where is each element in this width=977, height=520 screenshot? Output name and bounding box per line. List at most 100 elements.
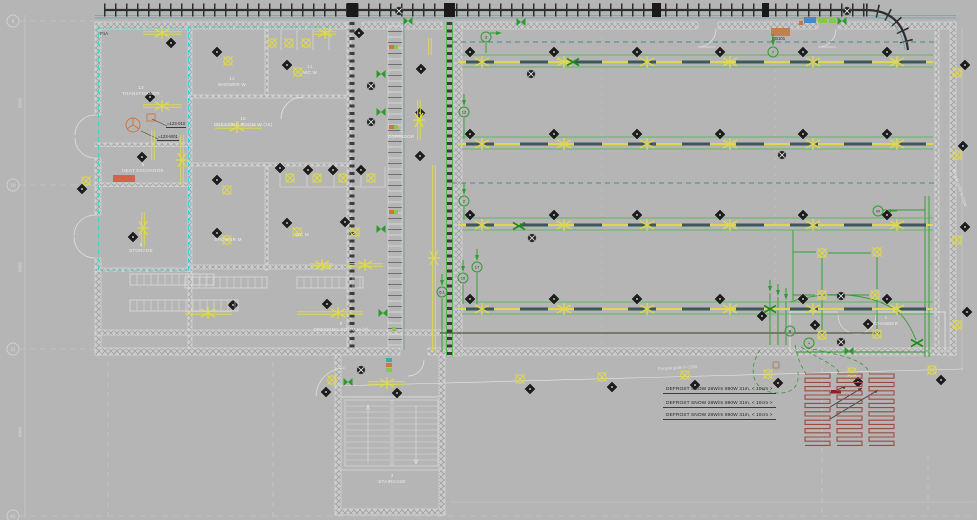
linear-fixture-lamp-icon [176, 153, 188, 167]
fixture-tag-icon [464, 293, 475, 304]
ceiling-lamp-icon [515, 374, 524, 383]
defrost-label-3: DEFROST SNOW 28W/m 890W 31m, < 10cm > [663, 413, 776, 420]
room-label-dressing-m: 6DRESSING ROOM M (4) [313, 321, 368, 332]
fixture-tag-icon [165, 37, 176, 48]
linear-fixture-lamp-icon [331, 307, 345, 319]
bench [185, 277, 267, 288]
fixture-tag-icon [797, 46, 808, 57]
wall-fan-icon [528, 234, 536, 242]
fixture-tag-icon [959, 221, 970, 232]
linear-fixture-lamp-icon [137, 221, 149, 235]
fixture-tag-icon [414, 150, 425, 161]
defrost-label-2: DEFROST SNOW 28W/m 890W 31m, < 10cm > [663, 401, 776, 408]
defrost-heating-mat [869, 374, 894, 445]
wall-fan-icon [778, 151, 786, 159]
bench [130, 300, 238, 311]
grid-bubble-10: 10 [7, 179, 20, 192]
fixture-tag-icon [211, 46, 222, 57]
room-label-staircase: 3STAIRCASE [378, 473, 406, 484]
room-label-shower-w: 12SHOWER W [218, 76, 246, 87]
fixture-tag-icon [548, 128, 559, 139]
ceiling-lamp-icon [680, 370, 689, 379]
linear-fixture [297, 312, 363, 315]
fixture-tag-icon [606, 381, 617, 392]
fixture-tag-icon [714, 293, 725, 304]
fixture-tag-icon [464, 46, 475, 57]
equipment-ref-1: =123-010 [166, 121, 186, 128]
grid-bubble-9: 9 [7, 15, 20, 28]
wall-fan-icon [395, 7, 403, 15]
ceiling-lamp-icon [285, 173, 294, 182]
switched-lamp-icon [911, 340, 923, 347]
fixture-tag-icon [548, 293, 559, 304]
feeder-tag: 3 [481, 32, 492, 43]
exit-sign-icon [379, 309, 388, 317]
fixture-tag-icon [631, 128, 642, 139]
ceiling-lamp-icon [817, 248, 826, 257]
ceiling-lamp-icon [267, 38, 276, 47]
fixture-tag-icon [548, 209, 559, 220]
floor-plan-canvas: 9 10 11 12 8500 6000 6000 13TRANSFORMER … [0, 0, 977, 520]
fixture-tag-icon [631, 209, 642, 220]
room-label-corridor: 4CORRIDOR [388, 128, 415, 139]
wall-fan-icon [843, 7, 851, 15]
fixture-tag-icon [862, 318, 873, 329]
room-label-storage: 8STORAGE [129, 242, 153, 253]
linear-fixture-lamp-icon [155, 100, 169, 112]
fixture-tag-icon [881, 46, 892, 57]
fixture-tag-icon [281, 59, 292, 70]
linear-fixture [429, 38, 432, 55]
feeder-tag: 10 [458, 273, 469, 284]
equipment-markers [113, 17, 836, 372]
fixture-tag-icon [631, 46, 642, 57]
fixture-tag-icon [809, 319, 820, 330]
feeder-tag: 6.1 [437, 287, 448, 298]
generated-symbols [76, 7, 972, 445]
wall-fan-icon [837, 292, 845, 300]
feeder-tag: + [804, 338, 815, 349]
grid-bubble-11: 11 [7, 343, 20, 356]
feeder-tag: 2 [459, 196, 470, 207]
room-label-shower-m: SHOWER M [214, 237, 241, 243]
room-label-wc-w: 11WC W [303, 64, 317, 75]
fixture-tag-icon [797, 209, 808, 220]
feeder-tag: 7 [768, 47, 779, 58]
corridor-ramp [388, 24, 404, 350]
ceiling-lamp-icon [366, 173, 375, 182]
linear-fixture-lamp-icon [428, 251, 440, 265]
feeder-tag: M [873, 206, 884, 217]
bench [297, 277, 363, 288]
linear-fixture-lamp-icon [380, 377, 394, 389]
plan-linework [0, 0, 977, 520]
wall-fan-icon [367, 82, 375, 90]
fixture-tag-icon [631, 293, 642, 304]
staircase-treads [345, 400, 438, 466]
hall-service-lines [440, 42, 935, 333]
ceiling-lamp-icon [817, 330, 826, 339]
ceiling-lamp-icon [293, 67, 302, 76]
exit-sign-icon [344, 378, 353, 386]
fixture-tag-icon [881, 128, 892, 139]
ceiling-lamp-icon [870, 290, 879, 299]
fixture-tag-icon [548, 46, 559, 57]
grid-dimension: 8500 [18, 98, 23, 108]
wall-fan-icon [367, 118, 375, 126]
feeder-tag: 17 [472, 262, 483, 273]
fixture-tag-icon [136, 151, 147, 162]
fixture-tag-icon [961, 306, 972, 317]
room-label-wc-m: WC M [295, 232, 309, 238]
fixture-tag-icon [127, 231, 138, 242]
fixture-tag-icon [464, 209, 475, 220]
wall-fan-icon [357, 366, 365, 374]
ceiling-lamp-icon [338, 173, 347, 182]
grid-bubble-12: 12 [7, 510, 20, 520]
exit-sign-icon [377, 108, 386, 116]
fixture-tag-icon [714, 209, 725, 220]
exit-sign-icon [377, 225, 386, 233]
fixture-tag-icon [714, 46, 725, 57]
exit-sign-icon [377, 70, 386, 78]
grid-dimension: 6000 [18, 262, 23, 272]
ceiling-lamp-icon [301, 38, 310, 47]
fixture-tag-icon [320, 386, 331, 397]
fixture-tag-icon [957, 140, 968, 151]
